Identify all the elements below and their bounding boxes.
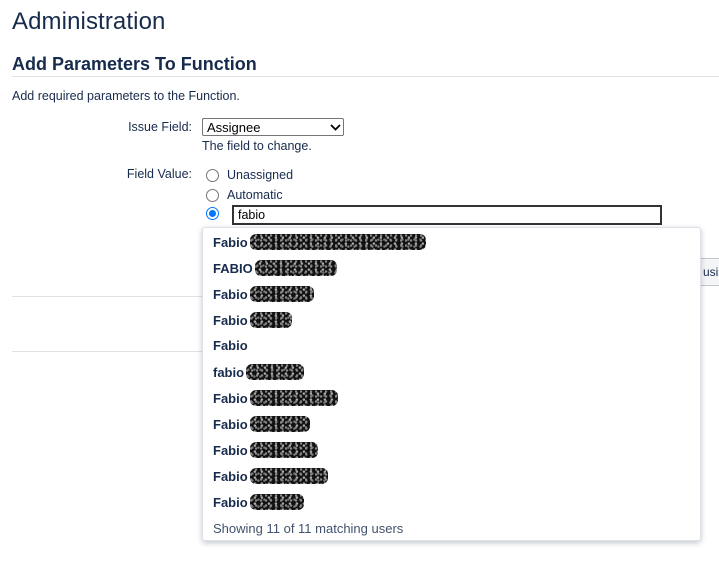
user-suggestions-dropdown: Fabio FABIO Fabio Fabio Fabio fabio Fabi… [202,227,701,541]
user-suggestion-item[interactable]: Fabio [213,442,318,458]
redaction-scribble [249,494,304,510]
user-suggestion-name: Fabio [213,234,248,250]
user-suggestion-name: Fabio [213,416,248,432]
radio-label-unassigned: Unassigned [227,168,294,182]
radio-option-unassigned[interactable]: Unassigned [206,168,293,182]
form-divider [12,351,202,352]
form-divider [12,296,202,297]
user-suggestion-name: FABIO [213,260,253,276]
user-suggestion-item[interactable]: Fabio [213,286,314,302]
user-suggestion-item[interactable]: Fabio [213,416,310,432]
redaction-scribble [254,260,337,276]
section-divider [12,76,719,77]
redaction-scribble [246,364,305,380]
issue-field-select[interactable]: Assignee [202,118,344,136]
page-title: Administration [12,8,166,35]
user-search-input[interactable] [232,205,662,225]
user-suggestion-name: Fabio [213,494,248,510]
user-suggestion-name: Fabio [213,338,248,353]
radio-user[interactable] [206,207,219,220]
chevron-down-icon [327,119,343,135]
user-suggestion-name: Fabio [213,442,248,458]
user-suggestion-item[interactable]: Fabio [213,468,328,484]
user-suggestion-name: Fabio [213,390,248,406]
redaction-scribble [249,390,338,406]
redaction-scribble [249,234,426,250]
field-value-label: Field Value: [126,167,192,181]
redaction-scribble [249,286,314,302]
radio-option-user[interactable] [206,207,227,220]
redaction-scribble [249,312,292,328]
dropdown-results-count: Showing 11 of 11 matching users [213,521,404,536]
section-title: Add Parameters To Function [12,54,257,74]
user-suggestion-item[interactable]: Fabio [213,494,304,510]
section-description: Add required parameters to the Function. [12,89,240,103]
redaction-scribble [249,468,328,484]
radio-automatic[interactable] [206,188,219,202]
redaction-scribble [249,442,318,458]
radio-option-automatic[interactable]: Automatic [206,188,283,202]
redaction-scribble [249,416,310,432]
user-suggestion-name: fabio [213,364,245,380]
radio-unassigned[interactable] [206,168,219,182]
user-suggestion-item[interactable]: Fabio [213,234,426,250]
user-suggestion-item[interactable]: FABIO [213,260,337,276]
user-suggestion-item[interactable]: Fabio [213,338,248,353]
user-suggestion-item[interactable]: Fabio [213,390,338,406]
user-suggestion-item[interactable]: Fabio [213,312,292,328]
issue-field-label: Issue Field: [128,120,192,134]
radio-label-automatic: Automatic [227,188,283,202]
user-suggestion-item[interactable]: fabio [213,364,305,380]
user-suggestion-name: Fabio [213,286,248,302]
user-suggestion-name: Fabio [213,312,248,328]
partially-hidden-button[interactable]: usi [700,258,719,286]
user-suggestion-name: Fabio [213,468,248,484]
issue-field-selected-value: Assignee [207,119,261,135]
issue-field-hint: The field to change. [202,139,312,153]
